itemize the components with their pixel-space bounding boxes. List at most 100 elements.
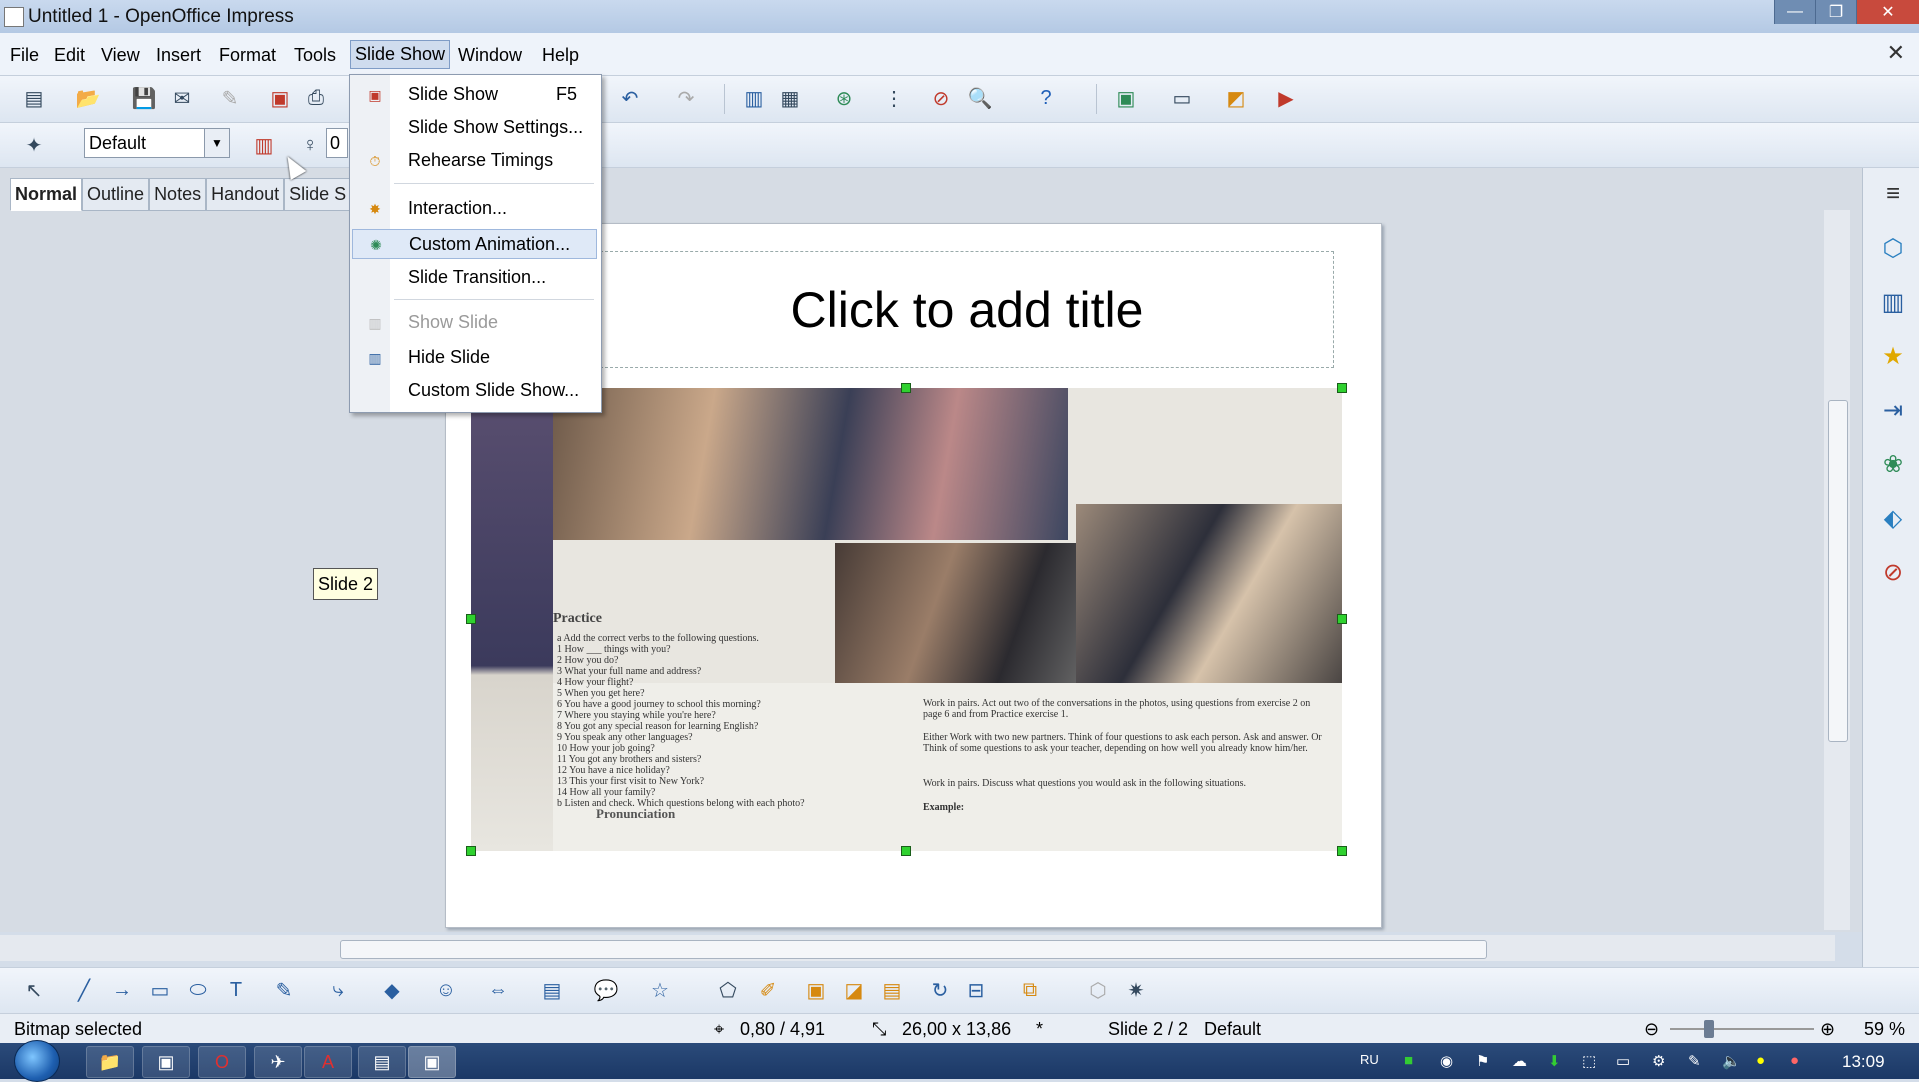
open-icon[interactable]: 📂 (74, 84, 102, 112)
close-window-button[interactable]: ✕ (1856, 0, 1919, 24)
gallery-insert-icon[interactable]: ▤ (878, 976, 906, 1004)
sidebar-menu-icon[interactable]: ≡ (1877, 178, 1909, 210)
arrange-icon[interactable]: ⧉ (1016, 976, 1044, 1004)
resize-handle-ne[interactable] (1337, 383, 1347, 393)
menu-item-slide-show-settings[interactable]: Slide Show Settings... (352, 113, 597, 143)
fontwork-icon[interactable]: ▣ (802, 976, 830, 1004)
clock[interactable]: 13:09 (1842, 1052, 1885, 1072)
selected-bitmap[interactable]: Practice a Add the correct verbs to the … (471, 388, 1342, 851)
opera-taskbar-icon[interactable]: O (198, 1046, 246, 1078)
tab-outline[interactable]: Outline (82, 178, 150, 211)
text-icon[interactable]: T (222, 976, 250, 1004)
tray-monitor-icon[interactable]: ▭ (1616, 1052, 1630, 1070)
help-icon[interactable]: ? (1032, 84, 1060, 112)
style-select[interactable]: Default ▼ (84, 128, 230, 158)
tray-network-icon[interactable]: ◉ (1440, 1052, 1453, 1070)
menu-item-hide-slide[interactable]: ▥ Hide Slide (352, 343, 597, 373)
connector-icon[interactable]: ⤷ (324, 976, 352, 1004)
menu-tools[interactable]: Tools (290, 42, 340, 69)
zoom-out-icon[interactable]: ⊖ (1644, 1019, 1659, 1040)
line-icon[interactable]: ╱ (70, 976, 98, 1004)
print-icon[interactable]: ⎙ (302, 84, 330, 112)
start-button[interactable] (14, 1040, 60, 1082)
title-placeholder[interactable]: Click to add title (600, 251, 1334, 368)
properties-icon[interactable]: ⬡ (1877, 232, 1909, 264)
close-document-button[interactable]: ✕ (1887, 40, 1905, 66)
menu-edit[interactable]: Edit (50, 42, 89, 69)
chart-icon[interactable]: ▥ (740, 84, 768, 112)
menu-item-interaction[interactable]: ✸ Interaction... (352, 194, 597, 224)
redo-icon[interactable]: ↷ (672, 84, 700, 112)
horizontal-scroll-thumb[interactable] (340, 940, 1487, 959)
menu-item-slide-transition[interactable]: Slide Transition... (352, 263, 597, 293)
minimize-button[interactable]: — (1774, 0, 1815, 24)
color-bars-icon[interactable]: ▥ (250, 131, 278, 159)
tab-handout[interactable]: Handout (206, 178, 285, 211)
tab-notes[interactable]: Notes (149, 178, 207, 211)
menu-view[interactable]: View (97, 42, 144, 69)
menu-item-custom-slide-show[interactable]: Custom Slide Show... (352, 376, 597, 406)
tray-status-icon[interactable]: ● (1756, 1052, 1765, 1069)
line-width-field[interactable]: 0 (326, 128, 348, 158)
bulb-icon[interactable]: ♀ (296, 131, 324, 159)
resize-handle-e[interactable] (1337, 614, 1347, 624)
slide-icon[interactable]: ▣ (1112, 84, 1140, 112)
alignment-icon[interactable]: ⊟ (962, 976, 990, 1004)
menu-item-slide-show[interactable]: ▣ Slide Show F5 (352, 80, 597, 110)
vertical-scroll-thumb[interactable] (1828, 400, 1848, 742)
callouts-icon[interactable]: 💬 (592, 976, 620, 1004)
navigator-icon[interactable]: ⊘ (927, 84, 955, 112)
toggle-extrusion-icon[interactable]: ✷ (1122, 976, 1150, 1004)
writer-taskbar-icon[interactable]: ▤ (358, 1046, 406, 1078)
vertical-scrollbar[interactable] (1824, 210, 1850, 930)
menu-file[interactable]: File (6, 42, 43, 69)
extrusion-icon[interactable]: ⬡ (1084, 976, 1112, 1004)
zoom-slider-thumb[interactable] (1704, 1020, 1714, 1038)
tray-user-icon[interactable]: ● (1790, 1052, 1799, 1069)
select-pointer-icon[interactable]: ↖ (20, 976, 48, 1004)
master-pages-icon[interactable]: ▥ (1877, 286, 1909, 318)
tray-download-icon[interactable]: ⬇ (1548, 1052, 1561, 1070)
from-file-icon[interactable]: ◪ (840, 976, 868, 1004)
menu-insert[interactable]: Insert (152, 42, 205, 69)
navigator-panel-icon[interactable]: ⊘ (1877, 556, 1909, 588)
flowchart-icon[interactable]: ▤ (538, 976, 566, 1004)
start-slideshow-icon[interactable]: ▶ (1272, 84, 1300, 112)
curve-icon[interactable]: ✎ (270, 976, 298, 1004)
rotate-icon[interactable]: ↻ (926, 976, 954, 1004)
menu-window[interactable]: Window (454, 42, 526, 69)
export-pdf-icon[interactable]: ▣ (266, 84, 294, 112)
custom-animation-icon[interactable]: ★ (1877, 340, 1909, 372)
menu-slide-show[interactable]: Slide Show (350, 40, 451, 69)
resize-handle-sw[interactable] (466, 846, 476, 856)
explorer-taskbar-icon[interactable]: 📁 (86, 1046, 134, 1078)
restore-button[interactable]: ❐ (1815, 0, 1856, 24)
resize-handle-s[interactable] (901, 846, 911, 856)
undo-icon[interactable]: ↶ (616, 84, 644, 112)
tray-app-icon[interactable]: ■ (1404, 1052, 1413, 1069)
hyperlink-icon[interactable]: ⊛ (830, 84, 858, 112)
rectangle-icon[interactable]: ▭ (146, 976, 174, 1004)
block-arrows-icon[interactable]: ⇔ (484, 976, 512, 1004)
zoom-slider[interactable] (1670, 1028, 1814, 1030)
menu-format[interactable]: Format (215, 42, 280, 69)
tray-gear-icon[interactable]: ⚙ (1652, 1052, 1665, 1070)
gallery-icon[interactable]: ❀ (1877, 448, 1909, 480)
tray-flag-icon[interactable]: ⚑ (1476, 1052, 1489, 1070)
resize-handle-w[interactable] (466, 614, 476, 624)
menu-help[interactable]: Help (538, 42, 583, 69)
symbol-shapes-icon[interactable]: ☺ (432, 976, 460, 1004)
edit-file-icon[interactable]: ✎ (216, 84, 244, 112)
volume-icon[interactable]: 🔈 (1722, 1052, 1741, 1070)
chevron-down-icon[interactable]: ▼ (204, 129, 229, 157)
glue-points-icon[interactable]: ✐ (754, 976, 782, 1004)
tab-slide-sorter[interactable]: Slide S (284, 178, 352, 211)
grid-icon[interactable]: ⋮ (880, 84, 908, 112)
styles-panel-icon[interactable]: ⬖ (1877, 502, 1909, 534)
desktop-taskbar-icon[interactable]: ▣ (142, 1046, 190, 1078)
ellipse-icon[interactable]: ⬭ (184, 976, 212, 1004)
slide-design-icon[interactable]: ◩ (1222, 84, 1250, 112)
zoom-icon[interactable]: 🔍 (966, 84, 994, 112)
email-icon[interactable]: ✉ (168, 84, 196, 112)
slide-layout-icon[interactable]: ▭ (1168, 84, 1196, 112)
